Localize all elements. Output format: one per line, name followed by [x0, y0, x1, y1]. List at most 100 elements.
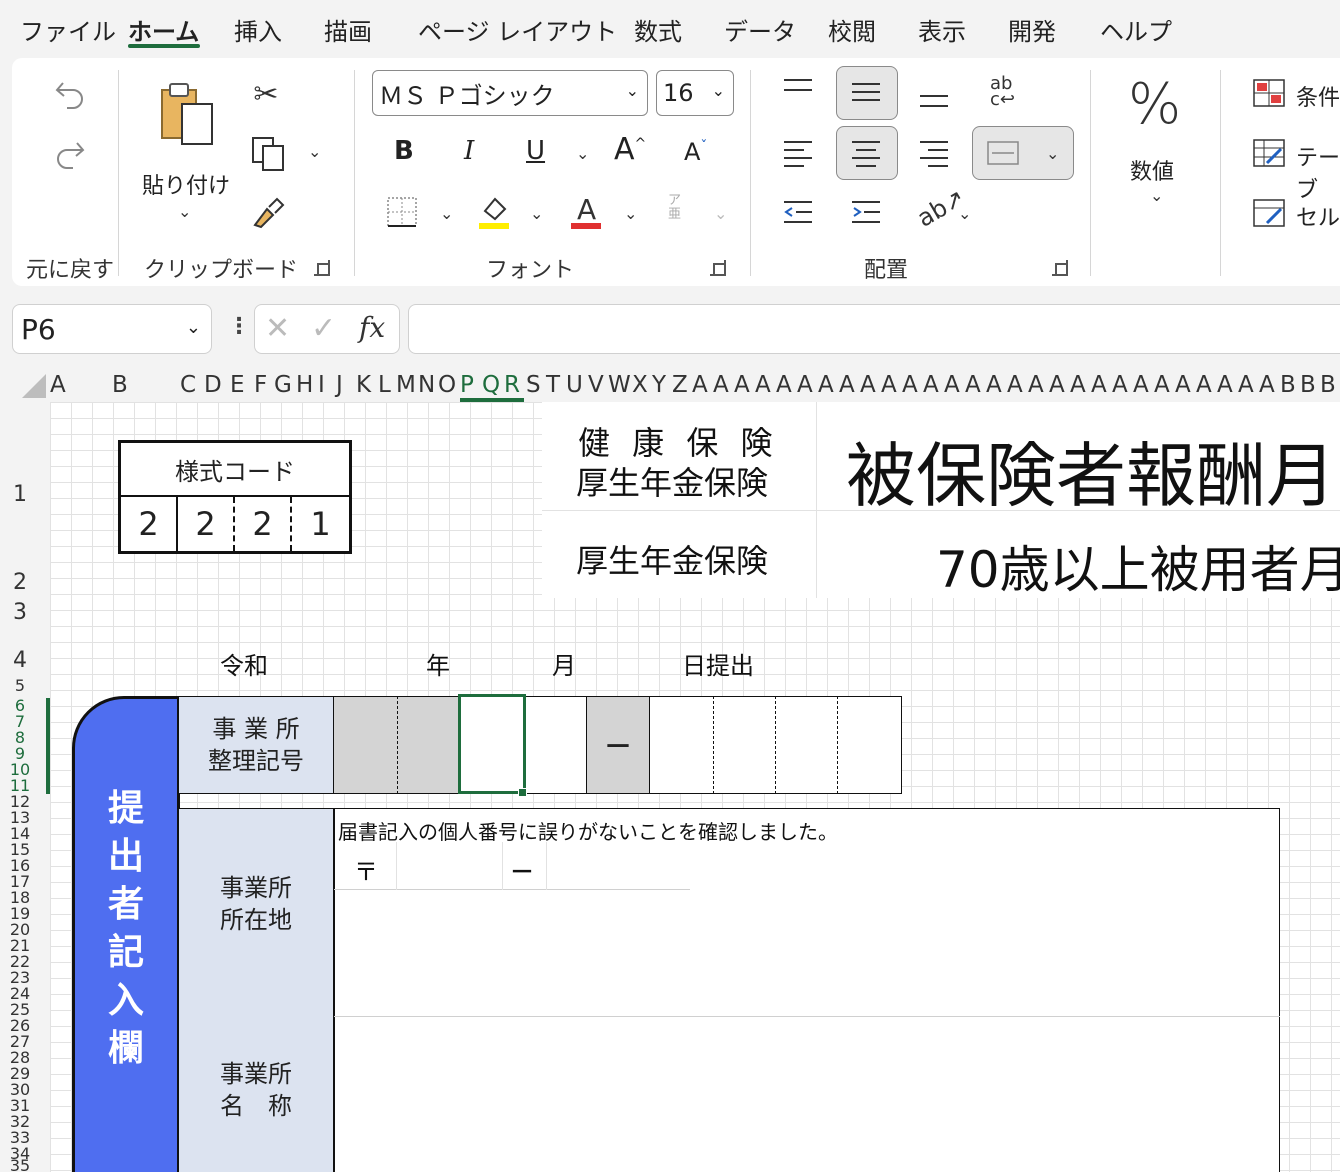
phonetic-guide-icon[interactable]: ア亜 [668, 193, 686, 223]
row-header[interactable]: 1 [0, 484, 40, 506]
column-header[interactable]: F [254, 372, 267, 398]
conditional-formatting-icon[interactable] [1252, 78, 1286, 108]
underline-dropdown-icon[interactable]: ⌄ [576, 144, 589, 163]
number-format-icon[interactable]: % [1128, 72, 1181, 137]
cell-styles-label[interactable]: セル [1296, 200, 1340, 232]
office-number-cell[interactable] [524, 696, 586, 794]
column-header[interactable]: A [944, 372, 960, 398]
redo-icon[interactable] [48, 132, 92, 176]
column-header[interactable]: A [1196, 372, 1212, 398]
office-number-cell[interactable] [398, 696, 460, 794]
merge-dropdown-icon[interactable]: ⌄ [1046, 144, 1059, 163]
column-header[interactable]: A [1175, 372, 1191, 398]
column-header[interactable]: K [356, 372, 371, 398]
phonetic-dropdown-icon[interactable]: ⌄ [714, 204, 727, 223]
tab-draw[interactable]: 描画 [324, 12, 372, 47]
font-launcher-icon[interactable] [710, 260, 726, 276]
column-header[interactable]: A [923, 372, 939, 398]
column-header[interactable]: A [1154, 372, 1170, 398]
column-header-selected[interactable]: R [504, 372, 520, 398]
undo-icon[interactable] [48, 72, 92, 116]
fill-color-icon[interactable] [476, 192, 512, 232]
conditional-formatting-label[interactable]: 条件 [1296, 80, 1340, 112]
column-header[interactable]: A [1238, 372, 1254, 398]
borders-icon[interactable] [384, 194, 420, 230]
column-header[interactable]: E [230, 372, 245, 398]
fill-color-dropdown-icon[interactable]: ⌄ [530, 204, 543, 223]
decrease-indent-icon[interactable] [782, 198, 818, 228]
fill-handle[interactable] [518, 788, 527, 797]
column-header[interactable]: A [818, 372, 834, 398]
column-header[interactable]: A [986, 372, 1002, 398]
column-header-selected[interactable]: Q [482, 372, 500, 398]
clipboard-launcher-icon[interactable] [314, 260, 330, 276]
format-painter-icon[interactable] [248, 192, 288, 232]
column-header[interactable]: A [797, 372, 813, 398]
column-header[interactable]: O [438, 372, 456, 398]
cell-styles-icon[interactable] [1252, 198, 1286, 228]
column-header[interactable]: M [396, 372, 416, 398]
bottom-align-icon[interactable] [918, 84, 954, 114]
shrink-font-button[interactable]: Aˇ [684, 138, 707, 166]
column-header[interactable]: A [860, 372, 876, 398]
column-header[interactable]: Y [652, 372, 666, 398]
paste-label[interactable]: 貼り付け [142, 168, 230, 200]
column-header[interactable]: S [526, 372, 541, 398]
more-options-icon[interactable]: ⋮ [228, 314, 250, 339]
number-dropdown-icon[interactable]: ⌄ [1150, 186, 1163, 205]
grow-font-button[interactable]: A^ [614, 132, 646, 167]
italic-button[interactable]: I [464, 136, 474, 166]
column-header[interactable]: A [1217, 372, 1233, 398]
cut-icon[interactable]: ✂ [248, 74, 284, 114]
column-header[interactable]: Z [672, 372, 688, 398]
column-header[interactable]: W [608, 372, 631, 398]
tab-page-layout[interactable]: ページ レイアウト [418, 12, 617, 47]
office-number-cell[interactable] [650, 696, 714, 794]
column-header[interactable]: A [692, 372, 708, 398]
row-header[interactable]: 35 [0, 1158, 40, 1172]
copy-dropdown-icon[interactable]: ⌄ [308, 142, 321, 161]
active-cell-selection[interactable] [458, 694, 526, 794]
left-align-icon[interactable] [782, 138, 818, 168]
column-header[interactable]: N [418, 372, 435, 398]
column-header[interactable]: A [965, 372, 981, 398]
column-header[interactable]: D [204, 372, 222, 398]
column-header[interactable]: U [566, 372, 583, 398]
format-as-table-label[interactable]: テーブ [1296, 140, 1340, 204]
column-header[interactable]: C [180, 372, 196, 398]
top-align-icon[interactable] [782, 76, 818, 106]
alignment-launcher-icon[interactable] [1052, 260, 1068, 276]
column-header[interactable]: A [1049, 372, 1065, 398]
tab-file[interactable]: ファイル [20, 12, 116, 47]
increase-indent-icon[interactable] [850, 198, 886, 228]
enter-icon[interactable]: ✓ [311, 311, 336, 346]
column-header[interactable]: A [1091, 372, 1107, 398]
select-all-icon[interactable] [20, 372, 48, 400]
font-size-select[interactable]: 16 ⌄ [656, 70, 734, 116]
column-header[interactable]: A [881, 372, 897, 398]
column-header[interactable]: A [1259, 372, 1275, 398]
column-header[interactable]: B [1300, 372, 1316, 398]
column-header[interactable]: A [1007, 372, 1023, 398]
orientation-dropdown-icon[interactable]: ⌄ [958, 204, 971, 223]
row-header[interactable]: 2 [0, 572, 40, 594]
office-number-cell[interactable] [714, 696, 776, 794]
office-number-cell[interactable] [334, 696, 398, 794]
column-header[interactable]: I [318, 372, 325, 398]
column-header[interactable]: B [112, 372, 128, 398]
borders-dropdown-icon[interactable]: ⌄ [440, 204, 453, 223]
column-header[interactable]: J [336, 372, 343, 398]
tab-view[interactable]: 表示 [918, 12, 966, 47]
column-header[interactable]: A [734, 372, 750, 398]
tab-insert[interactable]: 挿入 [234, 12, 282, 47]
paste-icon[interactable] [152, 78, 222, 152]
bold-button[interactable]: B [394, 136, 414, 166]
column-header[interactable]: B [1280, 372, 1296, 398]
column-header[interactable]: X [632, 372, 648, 398]
tab-formulas[interactable]: 数式 [634, 12, 682, 47]
row-header[interactable]: 4 [0, 650, 40, 672]
font-color-icon[interactable]: A [568, 192, 604, 232]
copy-icon[interactable] [248, 134, 288, 174]
font-color-dropdown-icon[interactable]: ⌄ [624, 204, 637, 223]
column-header[interactable]: V [588, 372, 604, 398]
